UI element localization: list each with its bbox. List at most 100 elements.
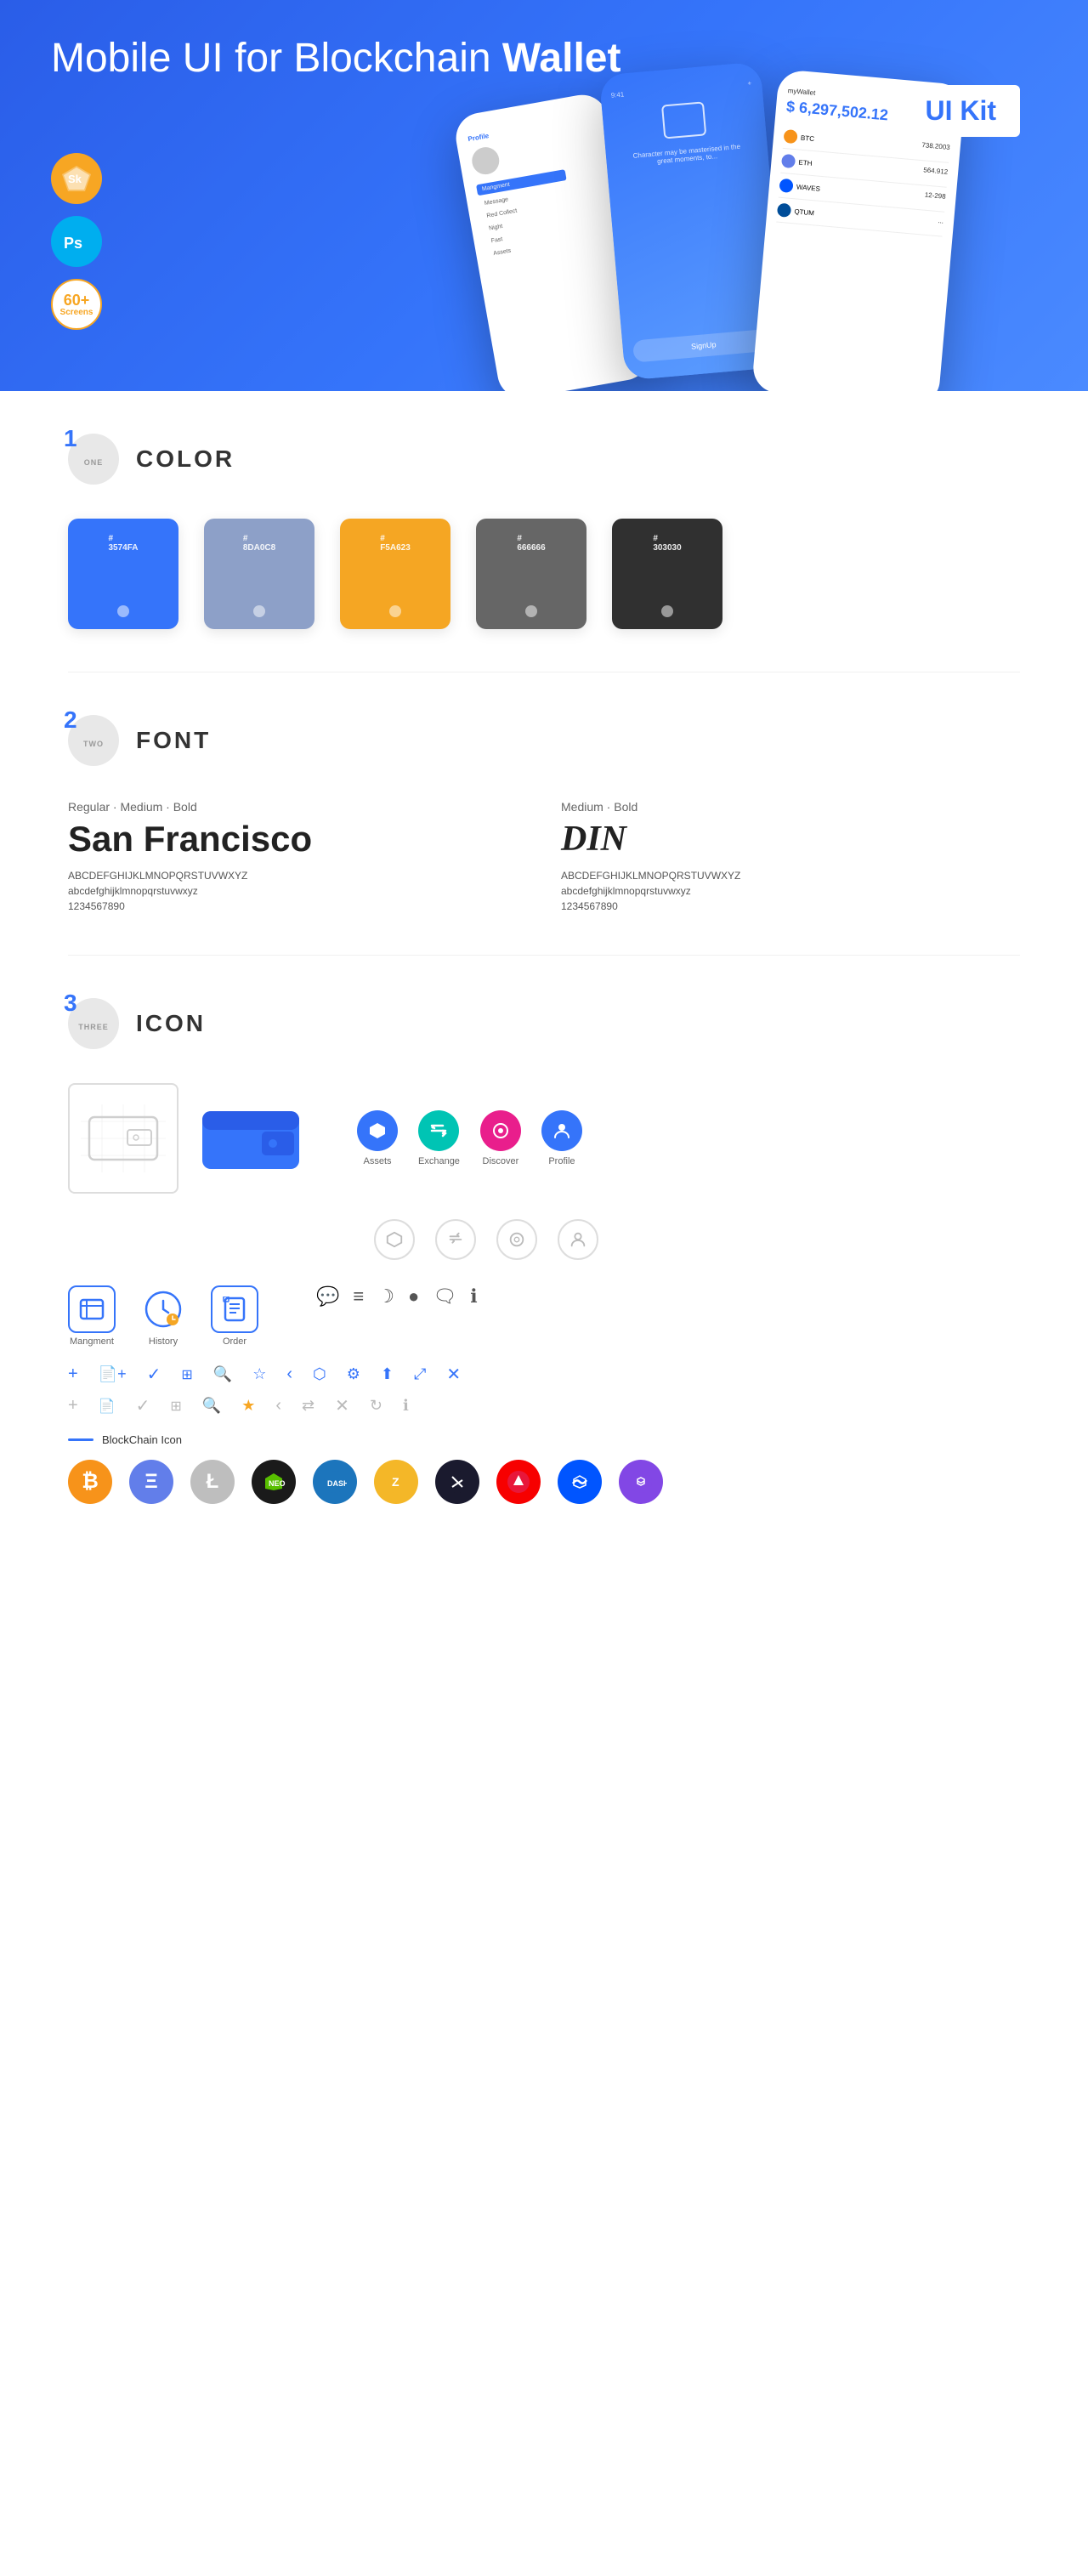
- chevron-left-gray-icon: ‹: [275, 1396, 281, 1416]
- section-num-2: 2 TWO: [68, 715, 119, 766]
- font-din-upper: ABCDEFGHIJKLMNOPQRSTUVWXYZ: [561, 870, 1020, 882]
- redo-gray-icon: ↻: [370, 1397, 382, 1415]
- blockchain-label: BlockChain Icon: [68, 1433, 1020, 1446]
- font-din: Medium · Bold DIN ABCDEFGHIJKLMNOPQRSTUV…: [561, 800, 1020, 912]
- chat-icon: 💬: [316, 1285, 339, 1308]
- mangment-label: Mangment: [70, 1336, 114, 1347]
- assets-label: Assets: [363, 1156, 391, 1166]
- ui-kit-badge: UI Kit: [901, 85, 1020, 137]
- moon-icon: ☽: [377, 1285, 394, 1308]
- star-icon: ☆: [252, 1365, 266, 1383]
- section-num-1: 1 ONE: [68, 434, 119, 485]
- sketch-badge: Sk: [51, 153, 102, 204]
- misc-icons-row1: 💬 ≡ ☽ ● 🗨 ℹ: [316, 1285, 478, 1308]
- small-icons-colored: + 📄+ ✓ ⊞ 🔍 ☆ ‹ ⬡ ⚙ ⬆ ⤢ ✕: [68, 1364, 1020, 1385]
- icon-exchange: Exchange: [418, 1110, 460, 1166]
- history-label: History: [149, 1336, 178, 1347]
- circle-icon: ●: [408, 1285, 419, 1308]
- blockchain-line: [68, 1438, 94, 1441]
- swatch-dot: [389, 605, 401, 617]
- discover-label: Discover: [483, 1156, 519, 1166]
- search-gray-icon: 🔍: [202, 1397, 221, 1415]
- doc-add-icon: 📄+: [99, 1365, 127, 1383]
- section-num-3: 3 THREE: [68, 998, 119, 1049]
- font-din-nums: 1234567890: [561, 900, 1020, 912]
- profile-icon-circle: [541, 1110, 582, 1151]
- search-icon: 🔍: [213, 1365, 232, 1383]
- x-gray-icon: ✕: [335, 1395, 349, 1416]
- grid-gray-icon: ⊞: [170, 1398, 181, 1415]
- dash-icon: DASH: [313, 1460, 357, 1504]
- plus-gray-icon: +: [68, 1396, 78, 1416]
- svg-text:Z: Z: [392, 1475, 400, 1489]
- font-section-header: 2 TWO FONT: [68, 715, 1020, 766]
- color-swatch-orange: #F5A623: [340, 519, 450, 629]
- exchange-icon-circle: [418, 1110, 459, 1151]
- screens-badge: 60+ Screens: [51, 279, 102, 330]
- color-swatch-gray: #666666: [476, 519, 586, 629]
- bottom-icons-colored: Mangment History: [68, 1285, 1020, 1347]
- icon-wireframe-wallet: [68, 1083, 178, 1194]
- small-icons-gray: + 📄 ✓ ⊞ 🔍 ★ ‹ ⇄ ✕ ↻ ℹ: [68, 1395, 1020, 1416]
- swatch-dot: [117, 605, 129, 617]
- layers-icon: ≡: [353, 1285, 364, 1308]
- grid-icon: ⊞: [181, 1366, 192, 1383]
- color-section: 1 ONE COLOR #3574FA #8DA0C8 #F5A623 #666…: [0, 391, 1088, 672]
- font-sf-upper: ABCDEFGHIJKLMNOPQRSTUVWXYZ: [68, 870, 527, 882]
- resize-icon: ⤢: [414, 1365, 426, 1383]
- color-swatch-dark: #303030: [612, 519, 722, 629]
- swatch-dot: [525, 605, 537, 617]
- check-gray-icon: ✓: [136, 1395, 150, 1416]
- discover-outline-icon: [496, 1219, 537, 1260]
- font-sf-style: Regular · Medium · Bold: [68, 800, 527, 814]
- hero-title: Mobile UI for Blockchain Wallet: [51, 34, 620, 83]
- svg-text:Sk: Sk: [68, 173, 82, 185]
- mangment-icon: [68, 1285, 116, 1333]
- icon-assets: Assets: [357, 1110, 398, 1166]
- font-sf-name: San Francisco: [68, 819, 527, 860]
- assets-icon-circle: [357, 1110, 398, 1151]
- exchange-outline-icon: [435, 1219, 476, 1260]
- font-sf-nums: 1234567890: [68, 900, 527, 912]
- svg-text:Ps: Ps: [64, 235, 82, 252]
- assets-outline-icon: [374, 1219, 415, 1260]
- named-icons-row: Assets Exchange Discover: [357, 1110, 582, 1166]
- hero-badges: Sk Ps 60+ Screens: [51, 153, 102, 330]
- order-label: Order: [223, 1336, 246, 1347]
- hero-title-bold: Wallet: [502, 36, 621, 81]
- share-icon: ⬡: [313, 1365, 326, 1383]
- history-icon: [139, 1285, 187, 1333]
- icon-history: History: [139, 1285, 187, 1347]
- font-grid: Regular · Medium · Bold San Francisco AB…: [68, 800, 1020, 912]
- icon-section-header: 3 THREE ICON: [68, 998, 1020, 1049]
- neo-icon: NEO: [252, 1460, 296, 1504]
- font-din-style: Medium · Bold: [561, 800, 1020, 814]
- color-title: COLOR: [136, 445, 235, 473]
- color-swatch-steel: #8DA0C8: [204, 519, 314, 629]
- discover-icon-circle: [480, 1110, 521, 1151]
- info-icon: ℹ: [470, 1285, 477, 1308]
- chevron-left-icon: ‹: [286, 1365, 292, 1384]
- color-swatches: #3574FA #8DA0C8 #F5A623 #666666 #303030: [68, 519, 1020, 629]
- blockchain-text: BlockChain Icon: [102, 1433, 182, 1446]
- color-swatch-blue: #3574FA: [68, 519, 178, 629]
- iota-icon: [435, 1460, 479, 1504]
- icon-title: ICON: [136, 1010, 206, 1037]
- profile-outline-icon: [558, 1219, 598, 1260]
- crypto-icons-row: ₿ Ξ Ł NEO DASH Z: [68, 1460, 1020, 1504]
- swatch-dot: [253, 605, 265, 617]
- arrows-gray-icon: ⇄: [302, 1397, 314, 1415]
- ltc-icon: Ł: [190, 1460, 235, 1504]
- zcash-icon: Z: [374, 1460, 418, 1504]
- svg-text:NEO: NEO: [269, 1479, 286, 1488]
- icon-colored-wallet: [196, 1083, 306, 1194]
- color-section-header: 1 ONE COLOR: [68, 434, 1020, 485]
- icon-mangment: Mangment: [68, 1285, 116, 1347]
- icon-section: 3 THREE ICON: [0, 956, 1088, 1546]
- waves-icon: [558, 1460, 602, 1504]
- star-filled-icon: ★: [241, 1397, 255, 1415]
- close-icon: ✕: [446, 1364, 461, 1385]
- settings-icon: ⚙: [347, 1365, 360, 1383]
- doc-gray-icon: 📄: [99, 1398, 116, 1415]
- hero-section: Mobile UI for Blockchain Wallet UI Kit S…: [0, 0, 1088, 391]
